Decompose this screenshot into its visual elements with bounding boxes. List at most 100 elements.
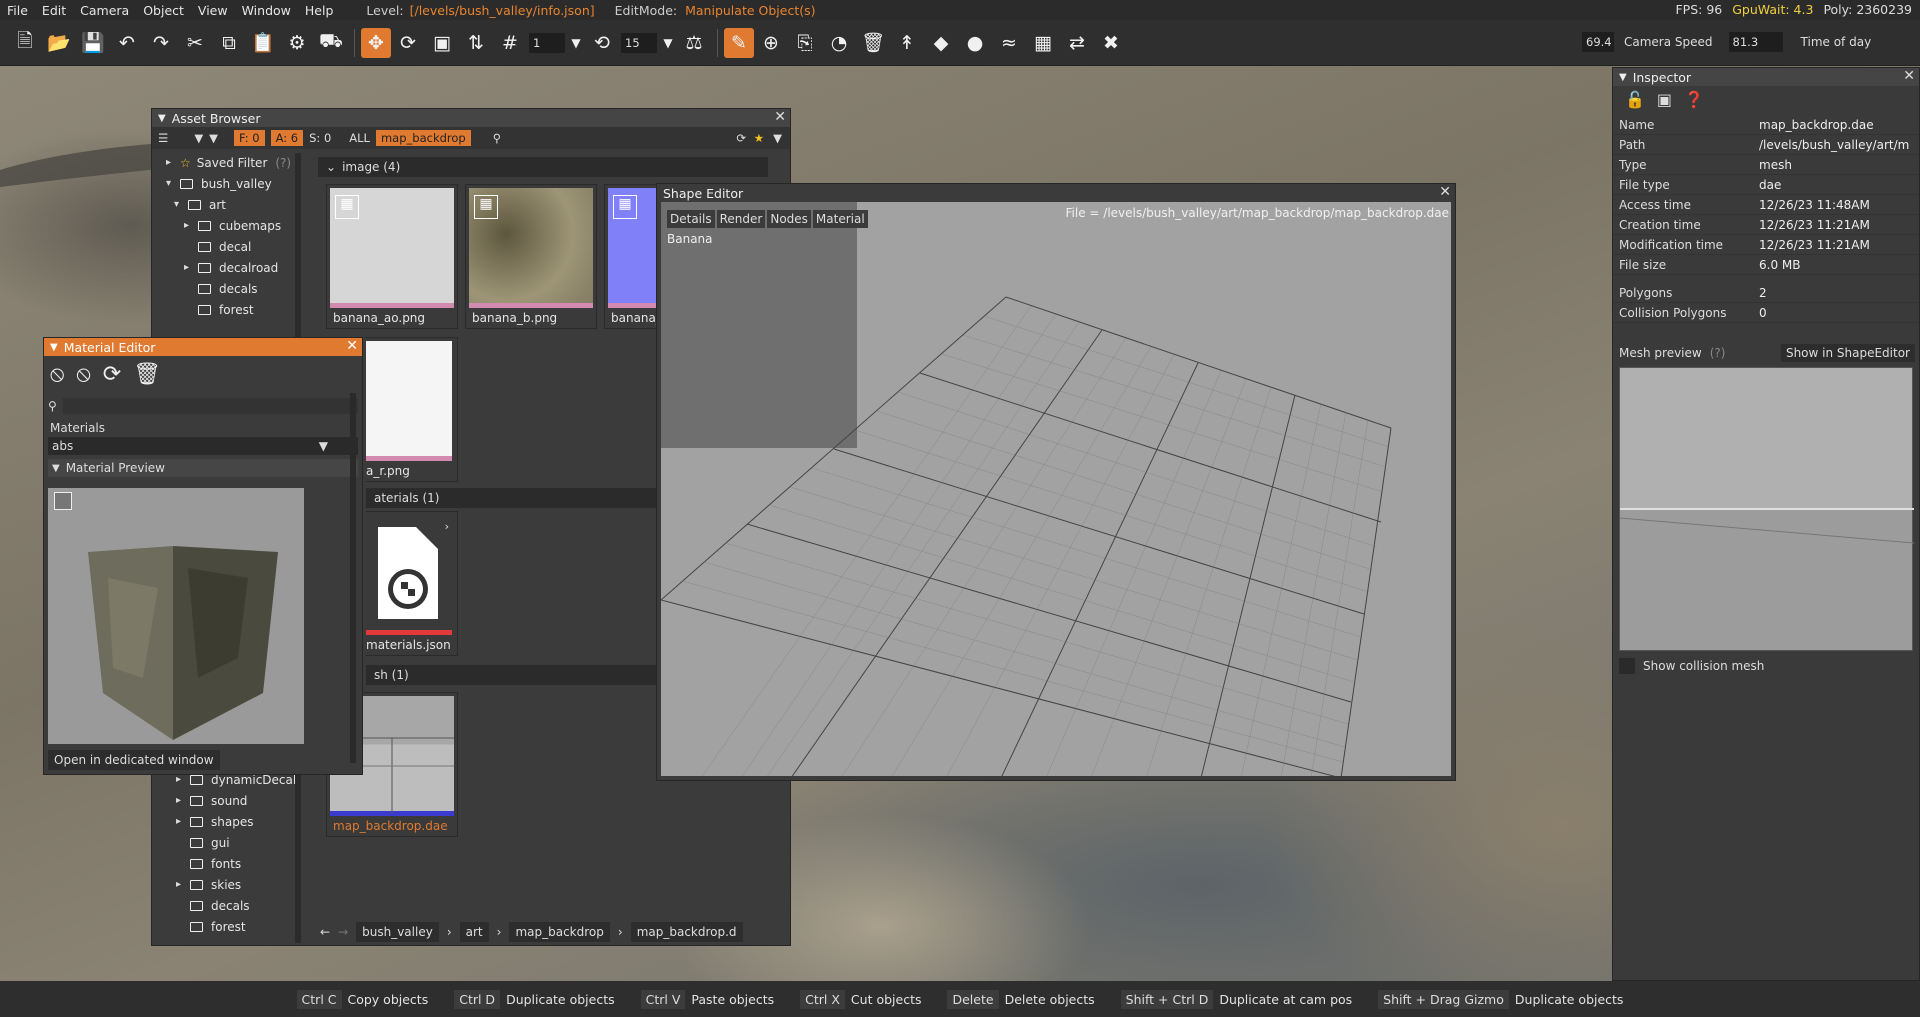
menu-edit[interactable]: Edit xyxy=(35,3,73,18)
property-value[interactable]: mesh xyxy=(1759,158,1792,172)
tree-item[interactable]: decals xyxy=(156,278,300,299)
crumb-item[interactable]: art xyxy=(459,922,489,942)
material-preview-canvas[interactable] xyxy=(48,488,304,744)
save-icon[interactable]: 💾 xyxy=(76,26,110,60)
reload-icon[interactable]: ⟳ xyxy=(103,362,121,387)
tree-item[interactable]: ▸ cubemaps xyxy=(156,215,300,236)
all-filter[interactable]: ALL xyxy=(349,131,370,145)
inspector-titlebar[interactable]: ▼ Inspector ✕ xyxy=(1613,68,1919,86)
scale-gizmo-icon[interactable]: ▣ xyxy=(425,26,459,60)
asset-thumb-banana-ao[interactable]: ▦ banana_ao.png xyxy=(326,184,458,329)
rotate-dropdown-icon[interactable]: ▼ xyxy=(659,26,677,60)
asset-thumb-banana-n[interactable]: ▦ banana_n xyxy=(604,184,670,329)
tab-render[interactable]: Render xyxy=(716,210,766,228)
menu-view[interactable]: View xyxy=(191,3,235,18)
materials-dropdown[interactable]: abs ▼ xyxy=(48,437,358,455)
property-value[interactable]: 2 xyxy=(1759,286,1767,300)
layers-icon[interactable]: ◆ xyxy=(924,26,958,60)
asset-browser-titlebar[interactable]: ▼ Asset Browser ✕ xyxy=(152,109,790,127)
property-value[interactable]: 12/26/23 11:48AM xyxy=(1759,198,1870,212)
forward-arrow-icon[interactable]: → xyxy=(338,925,348,939)
open-dedicated-window-button[interactable]: Open in dedicated window xyxy=(48,750,220,770)
tab-nodes[interactable]: Nodes xyxy=(767,210,811,228)
menu-object[interactable]: Object xyxy=(136,3,191,18)
redo-icon[interactable]: ↷ xyxy=(144,26,178,60)
tree-item[interactable]: decals xyxy=(156,895,300,916)
funnel-icon[interactable]: ▼ xyxy=(773,131,782,145)
tab-material[interactable]: Material xyxy=(812,210,868,228)
open-folder-icon[interactable]: 📂 xyxy=(42,26,76,60)
asset-thumb-banana-b[interactable]: ▦ banana_b.png xyxy=(465,184,597,329)
rotate-gizmo-icon[interactable]: ⟳ xyxy=(391,26,425,60)
material-editor-titlebar[interactable]: ▼ Material Editor ✕ xyxy=(44,338,362,356)
copy-icon[interactable]: ⧉ xyxy=(212,26,246,60)
collapse-icon[interactable]: ▼ xyxy=(1619,72,1627,83)
tab-details[interactable]: Details xyxy=(667,210,715,228)
search-input[interactable] xyxy=(62,398,358,414)
help-icon[interactable]: ❓ xyxy=(1684,90,1704,109)
pencil-edit-icon[interactable]: ✎ xyxy=(724,27,754,58)
crumb-item[interactable]: bush_valley xyxy=(356,922,439,942)
preview-toggle[interactable] xyxy=(54,492,72,510)
add-material-icon[interactable]: ⦸ xyxy=(50,362,64,387)
river-icon[interactable]: ▦ xyxy=(1026,26,1060,60)
property-value[interactable]: 0 xyxy=(1759,306,1767,320)
tree-item[interactable]: forest xyxy=(156,299,300,320)
new-icon[interactable]: ▣ xyxy=(1657,90,1672,109)
help-badge[interactable]: (?) xyxy=(275,156,291,170)
s-count-badge[interactable]: S: 0 xyxy=(309,131,331,145)
property-value[interactable]: /levels/bush_valley/art/m xyxy=(1759,138,1909,152)
vehicle-icon[interactable]: ⛟ xyxy=(314,26,348,60)
tree-item[interactable]: ▸ ☆ Saved Filter (?) xyxy=(156,152,300,173)
settings-gear-icon[interactable]: ⚙ xyxy=(280,26,314,60)
cut-icon[interactable]: ✂ xyxy=(178,26,212,60)
rotation-snap-input[interactable]: 15 xyxy=(621,32,657,53)
shape-editor-viewport[interactable]: Details Render Nodes Material Banana Fil… xyxy=(661,202,1451,776)
property-value[interactable]: 12/26/23 11:21AM xyxy=(1759,238,1870,252)
chevron-right-icon[interactable]: › xyxy=(445,520,449,533)
history-icon[interactable]: ⟳ xyxy=(736,131,746,145)
tree-item[interactable]: ▸ decalroad xyxy=(156,257,300,278)
menu-window[interactable]: Window xyxy=(235,3,298,18)
menu-camera[interactable]: Camera xyxy=(73,3,136,18)
material-editor-scrollbar[interactable] xyxy=(350,393,356,763)
spawn-icon[interactable]: ● xyxy=(958,26,992,60)
add-object-icon[interactable]: ⊕ xyxy=(754,26,788,60)
align-gizmo-icon[interactable]: ⇅ xyxy=(459,26,493,60)
forest-icon[interactable]: ↟ xyxy=(890,26,924,60)
navigation-icon[interactable]: ⇄ xyxy=(1060,26,1094,60)
delete-icon[interactable]: 🗑 xyxy=(133,362,161,387)
tree-item[interactable]: forest xyxy=(156,916,300,937)
remove-material-icon[interactable]: ⦸ xyxy=(76,362,90,387)
menu-file[interactable]: File xyxy=(0,3,35,18)
snap-value-input[interactable]: 1 xyxy=(529,32,565,53)
sort-dropdown-icon[interactable]: ▼ xyxy=(194,131,203,145)
material-name[interactable]: Banana xyxy=(667,232,713,246)
a-count-badge[interactable]: A: 6 xyxy=(270,130,304,146)
tree-item[interactable]: ▾ bush_valley xyxy=(156,173,300,194)
close-icon[interactable]: ✕ xyxy=(774,109,786,125)
tools-icon[interactable]: ✖ xyxy=(1094,26,1128,60)
crumb-item[interactable]: map_backdrop xyxy=(509,922,610,942)
road-tool-icon[interactable]: ⎘ xyxy=(788,26,822,60)
tree-item[interactable]: gui xyxy=(156,832,300,853)
tree-item[interactable]: ▾ art xyxy=(156,194,300,215)
tree-item[interactable]: ▸ shapes xyxy=(156,811,300,832)
property-value[interactable]: dae xyxy=(1759,178,1781,192)
tree-item[interactable]: ▸ sound xyxy=(156,790,300,811)
asset-thumb-materials-json[interactable]: › materials.json xyxy=(366,511,458,656)
terrain-paint-icon[interactable]: ◔ xyxy=(822,26,856,60)
close-icon[interactable]: ✕ xyxy=(1903,68,1915,84)
new-file-icon[interactable]: 🗎 xyxy=(8,26,42,60)
back-arrow-icon[interactable]: ← xyxy=(320,925,330,939)
paste-icon[interactable]: 📋 xyxy=(246,26,280,60)
f-count-badge[interactable]: F: 0 xyxy=(234,130,265,146)
help-badge[interactable]: (?) xyxy=(1710,346,1726,360)
camera-speed-input[interactable]: 81.3 xyxy=(1728,32,1783,52)
asset-thumb-banana-r[interactable]: a_r.png xyxy=(366,337,458,482)
collapse-icon[interactable]: ▼ xyxy=(158,113,166,124)
property-value[interactable]: 12/26/23 11:21AM xyxy=(1759,218,1870,232)
show-collision-checkbox[interactable] xyxy=(1619,658,1635,674)
mesh-preview-canvas[interactable] xyxy=(1619,367,1915,651)
shape-editor-titlebar[interactable]: Shape Editor ✕ xyxy=(657,184,1455,202)
